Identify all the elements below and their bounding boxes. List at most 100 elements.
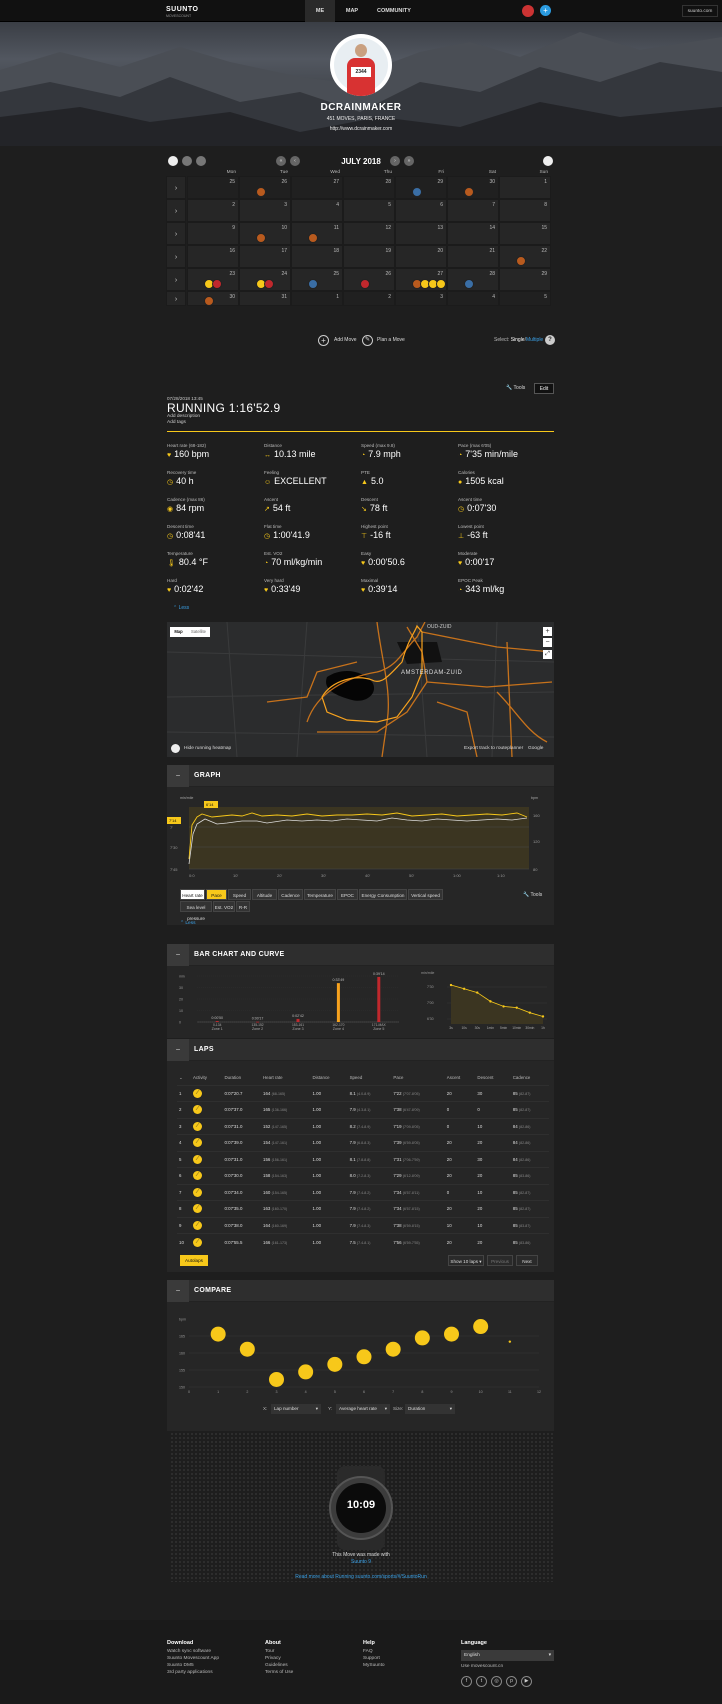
y-axis-select[interactable]: Average heart rate ▾ [336,1404,390,1414]
x-axis-select[interactable]: Lap number ▾ [271,1404,321,1414]
calendar-day-cell[interactable]: 2 [187,199,239,222]
graph-tab[interactable]: Est. VO2 [213,901,235,912]
calendar-day-cell[interactable]: 25 [187,176,239,199]
move-activity-icon[interactable] [464,279,474,289]
calendar-day-cell[interactable]: 3 [395,291,447,306]
graph-tab[interactable]: Vertical speed [408,889,443,900]
table-row[interactable]: 10 ⟋ 0:07'55.5 166 (161-173) 1.00 7.5 (7.4-8.… [177,1233,549,1250]
move-activity-icon[interactable] [204,296,214,306]
select-multiple[interactable]: Multiple [526,337,543,343]
calendar-day-cell[interactable]: 26 [239,176,291,199]
footer-link[interactable]: Terms of Use [265,1669,355,1676]
graph-tab[interactable]: Pace [206,889,227,900]
plus-icon[interactable]: + [540,5,551,16]
laps-column-header[interactable]: Cadence [511,1071,549,1085]
map-tab[interactable]: Map [170,627,187,637]
compare-point[interactable] [444,1326,459,1342]
youtube-icon[interactable]: ▶ [521,1676,532,1687]
curve-point[interactable] [449,983,453,987]
laps-column-header[interactable]: Descent [475,1071,510,1085]
table-row[interactable]: 4 ⟋ 0:07'39.0 154 (147-161) 1.00 7.9 (6.8-8.3… [177,1134,549,1151]
calendar-day-cell[interactable]: 19 [343,245,395,268]
movescount-cn-link[interactable]: Use movescount.cn [461,1663,503,1670]
fullscreen-icon[interactable]: ⤢ [543,650,552,659]
move-activity-icon[interactable] [360,279,370,289]
calendar-day-cell[interactable]: 27 [395,268,447,291]
laps-column-header[interactable]: Speed [348,1071,392,1085]
calendar-day-cell[interactable]: 28 [343,176,395,199]
move-activity-icon[interactable] [264,279,274,289]
calendar-day-cell[interactable]: 31 [239,291,291,306]
nav-me[interactable]: ME [305,0,335,22]
table-row[interactable]: 6 ⟋ 0:07'30.0 158 (154-163) 1.00 8.0 (7.2-8.3… [177,1167,549,1184]
tools-link[interactable]: 🔧 Tools [506,385,525,391]
calendar-day-cell[interactable]: 2 [343,291,395,306]
table-row[interactable]: 1 ⟋ 0:07'20.7 164 (68-165) 1.00 8.1 (4.0-8.9)… [177,1084,549,1102]
graph-tab[interactable]: Altitude [252,889,277,900]
footer-link[interactable]: Watch sync software [167,1648,257,1655]
footer-link[interactable]: MySuunto [363,1662,453,1669]
calendar-day-cell[interactable]: 10 [239,222,291,245]
export-track-link[interactable]: Export track to routeplanner [464,746,523,751]
calendar-day-cell[interactable]: 5 [343,199,395,222]
graph-tools-link[interactable]: 🔧 Tools [523,892,542,898]
footer-link[interactable]: Support [363,1655,453,1662]
graph-tab[interactable]: Heart rate [180,889,205,900]
graph-tab[interactable]: EPOC [337,889,358,900]
calendar-day-cell[interactable]: 5 [499,291,551,306]
user-avatar[interactable] [522,5,534,17]
graph-less-link[interactable]: ⌃ Less [180,921,196,926]
calendar-day-cell[interactable]: 12 [343,222,395,245]
calendar-day-cell[interactable]: 1 [291,291,343,306]
calendar-day-cell[interactable]: 4 [291,199,343,222]
route-map[interactable]: Map Satellite AMSTERDAM-ZUID OUD-ZUID + … [167,622,554,757]
compare-point[interactable] [239,1341,255,1357]
table-row[interactable]: 7 ⟋ 0:07'34.0 160 (154-165) 1.00 7.9 (7.4-8.2… [177,1183,549,1201]
graph-tab[interactable]: Temperature [304,889,336,900]
twitter-icon[interactable]: t [476,1676,487,1687]
facebook-icon[interactable]: f [461,1676,472,1687]
nav-map[interactable]: MAP [337,0,367,22]
show-laps-select[interactable]: Show 10 laps ▾ [448,1255,484,1266]
zoom-out-button[interactable]: − [543,638,552,647]
compare-point[interactable] [385,1341,401,1357]
move-activity-icon[interactable] [412,187,422,197]
pinterest-icon[interactable]: p [506,1676,517,1687]
calendar-day-cell[interactable]: 1 [499,176,551,199]
calendar-day-cell[interactable]: 9 [187,222,239,245]
calendar-day-cell[interactable]: 8 [499,199,551,222]
language-select[interactable]: English ▾ [461,1650,554,1661]
move-activity-icon[interactable] [212,279,222,289]
laps-column-header[interactable]: Duration [222,1071,261,1085]
laps-column-header[interactable]: Ascent [445,1071,476,1085]
calendar-day-cell[interactable]: 17 [239,245,291,268]
less-link[interactable]: ⌃ Less [173,605,189,611]
satellite-tab[interactable]: Satellite [187,627,210,637]
footer-link[interactable]: Suunto DM5 [167,1662,257,1669]
graph-tab[interactable]: Cadence [278,889,303,900]
week-expand-button[interactable]: › [166,291,186,306]
watch-model-link[interactable]: Suunto 9 [0,1559,722,1565]
week-expand-button[interactable]: › [166,222,186,245]
expand-all-icon[interactable]: ⌄ [177,1071,191,1085]
footer-link[interactable]: 3rd party applications [167,1669,257,1676]
instagram-icon[interactable]: ◎ [491,1676,502,1687]
compare-point[interactable] [298,1364,314,1380]
bar[interactable] [296,1018,300,1022]
calendar-day-cell[interactable]: 23 [187,268,239,291]
laps-column-header[interactable]: Activity [191,1071,222,1085]
bar[interactable] [215,1021,219,1022]
move-activity-icon[interactable] [308,233,318,243]
move-activity-icon[interactable] [256,187,266,197]
compare-point[interactable] [414,1330,430,1346]
graph-tab[interactable]: Sea level pressure [180,901,212,921]
calendar-day-cell[interactable]: 14 [447,222,499,245]
laps-column-header[interactable]: Heart rate [261,1071,310,1085]
select-single[interactable]: Single [511,337,525,343]
size-select[interactable]: Duration ▾ [405,1404,455,1414]
calendar-day-cell[interactable]: 4 [447,291,499,306]
move-activity-icon[interactable] [256,233,266,243]
curve-point[interactable] [476,991,479,994]
suunto-site-link[interactable]: suunto.com [682,5,718,17]
calendar-day-cell[interactable]: 22 [499,245,551,268]
